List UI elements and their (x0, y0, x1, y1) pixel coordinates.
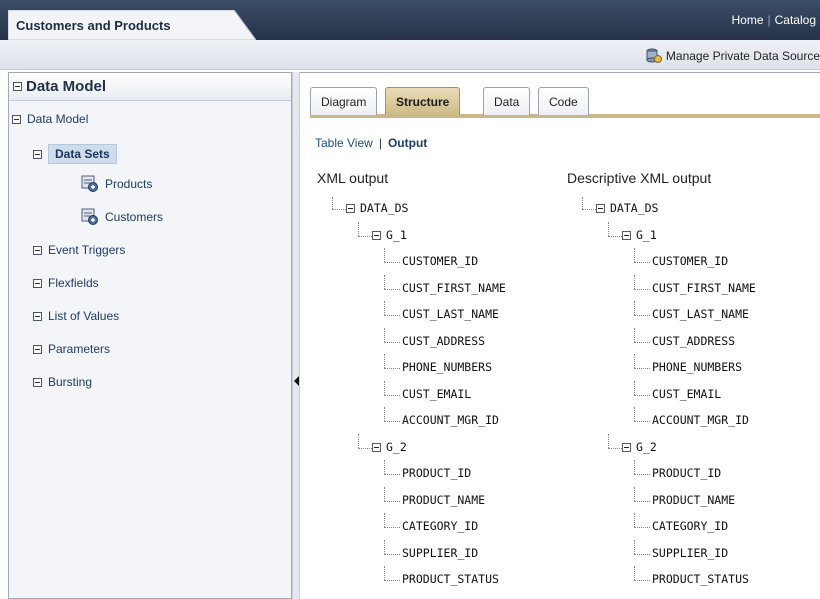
tree-connector (634, 354, 635, 368)
collapse-icon[interactable] (622, 230, 631, 240)
tree-item-label: Products (105, 177, 153, 191)
home-link[interactable]: Home (731, 13, 763, 27)
xml-node-field: CUSTOMER_ID (652, 254, 729, 268)
tree-connector (634, 486, 635, 501)
tree-connector (634, 327, 635, 342)
collapse-icon[interactable] (33, 278, 42, 288)
tree-connector (634, 580, 650, 581)
catalog-link[interactable]: Catalog (775, 13, 816, 27)
xml-node-field: PRODUCT_STATUS (652, 572, 749, 586)
tree-item-label: Data Sets (48, 144, 117, 164)
tree-connector (634, 527, 650, 528)
tree-connector (634, 460, 635, 474)
tree-item-products[interactable]: Products (81, 175, 152, 193)
collapse-icon[interactable] (12, 114, 21, 124)
tree-item-list-of-values[interactable]: List of Values (33, 309, 119, 323)
xml-node-field: ACCOUNT_MGR_ID (652, 413, 749, 427)
xml-node-group: G_2 (636, 439, 657, 454)
tree-item-event-triggers[interactable]: Event Triggers (33, 243, 125, 257)
collapse-arrow-icon[interactable] (294, 376, 299, 386)
tree-connector (634, 407, 635, 421)
tree-item-flexfields[interactable]: Flexfields (33, 276, 99, 290)
xml-node-field: PHONE_NUMBERS (652, 360, 743, 374)
manage-private-data-source-link[interactable]: Manage Private Data Source (646, 48, 820, 64)
collapse-icon[interactable] (33, 149, 42, 159)
tree-connector (634, 394, 650, 396)
tree-connector (634, 288, 650, 290)
xml-node-group: G_1 (636, 227, 657, 242)
xml-node-field: CATEGORY_ID (652, 519, 729, 533)
xml-node-root: DATA_DS (610, 201, 659, 215)
tree-connector (634, 380, 635, 395)
tree-connector (608, 235, 622, 237)
xml-node-field: SUPPLIER_ID (652, 545, 729, 560)
xml-node-field: CUST_LAST_NAME (652, 307, 749, 321)
tree-connector (634, 421, 650, 422)
tree-connector (634, 248, 635, 262)
sub-toolbar: Manage Private Data Source (0, 40, 820, 70)
tree-connector (634, 315, 650, 316)
tree-connector (608, 447, 622, 449)
collapse-icon[interactable] (622, 442, 631, 452)
descriptive-xml-output-column: Descriptive XML output DATA_DS G_1 CUSTOME… (300, 73, 756, 599)
collapse-icon[interactable] (33, 311, 42, 321)
tree-item-label: Flexfields (48, 276, 99, 290)
data-set-icon (81, 175, 99, 193)
tree-connector (634, 274, 635, 289)
database-icon (646, 48, 662, 64)
tree-connector (634, 566, 635, 580)
tree-item-label: Event Triggers (48, 243, 126, 257)
link-separator: | (767, 13, 771, 27)
tree-connector (634, 500, 650, 502)
xml-node-field: CUST_ADDRESS (652, 333, 736, 348)
manage-private-data-source-label: Manage Private Data Source (665, 49, 820, 63)
data-model-panel: Data Model Data Model Data Sets Products (8, 72, 292, 599)
tree-item-label: Bursting (48, 375, 93, 389)
xml-node-field: PRODUCT_ID (652, 466, 722, 480)
tree-item-data-sets[interactable]: Data Sets (33, 144, 117, 164)
tree-connector (634, 341, 650, 343)
collapse-icon[interactable] (33, 344, 42, 354)
tree-item-label: Customers (105, 210, 164, 224)
panel-title: Data Model (26, 78, 107, 95)
tree-connector (634, 539, 635, 554)
xml-node-field: PRODUCT_NAME (652, 492, 736, 507)
tree-root-label: Data Model (27, 112, 89, 126)
tree-connector (608, 433, 609, 448)
tree-item-customers[interactable]: Customers (81, 208, 163, 226)
main-content: Diagram Structure Data Code Table View | O… (300, 72, 820, 599)
tree-root[interactable]: Data Model (12, 112, 88, 126)
tree-connector (608, 221, 609, 236)
tree-item-label: List of Values (48, 309, 120, 323)
collapse-icon[interactable] (33, 377, 42, 387)
panel-splitter[interactable] (292, 72, 300, 599)
tree-item-bursting[interactable]: Bursting (33, 375, 92, 389)
panel-header: Data Model (9, 73, 291, 101)
collapse-icon[interactable] (596, 204, 605, 213)
tree-connector (634, 368, 650, 369)
tree-item-label: Parameters (48, 342, 111, 356)
app-header: Customers and Products Home | Catalog (0, 0, 820, 40)
data-set-icon (81, 208, 99, 226)
tree-connector (634, 474, 650, 475)
collapse-icon[interactable] (33, 245, 42, 255)
global-links: Home | Catalog (731, 13, 816, 27)
tree-connector (582, 197, 583, 209)
xml-node-field: CUST_FIRST_NAME (652, 280, 756, 295)
tree-connector (634, 553, 650, 555)
collapse-icon[interactable] (13, 82, 22, 91)
tree-connector (582, 209, 596, 210)
column-title: Descriptive XML output (567, 170, 712, 186)
tree-connector (634, 262, 650, 263)
xml-node-field: CUST_EMAIL (652, 386, 722, 401)
tree-connector (634, 301, 635, 315)
app-title-tab: Customers and Products (8, 10, 256, 40)
app-title: Customers and Products (16, 18, 171, 33)
tree-connector (634, 513, 635, 527)
tree-item-parameters[interactable]: Parameters (33, 342, 110, 356)
